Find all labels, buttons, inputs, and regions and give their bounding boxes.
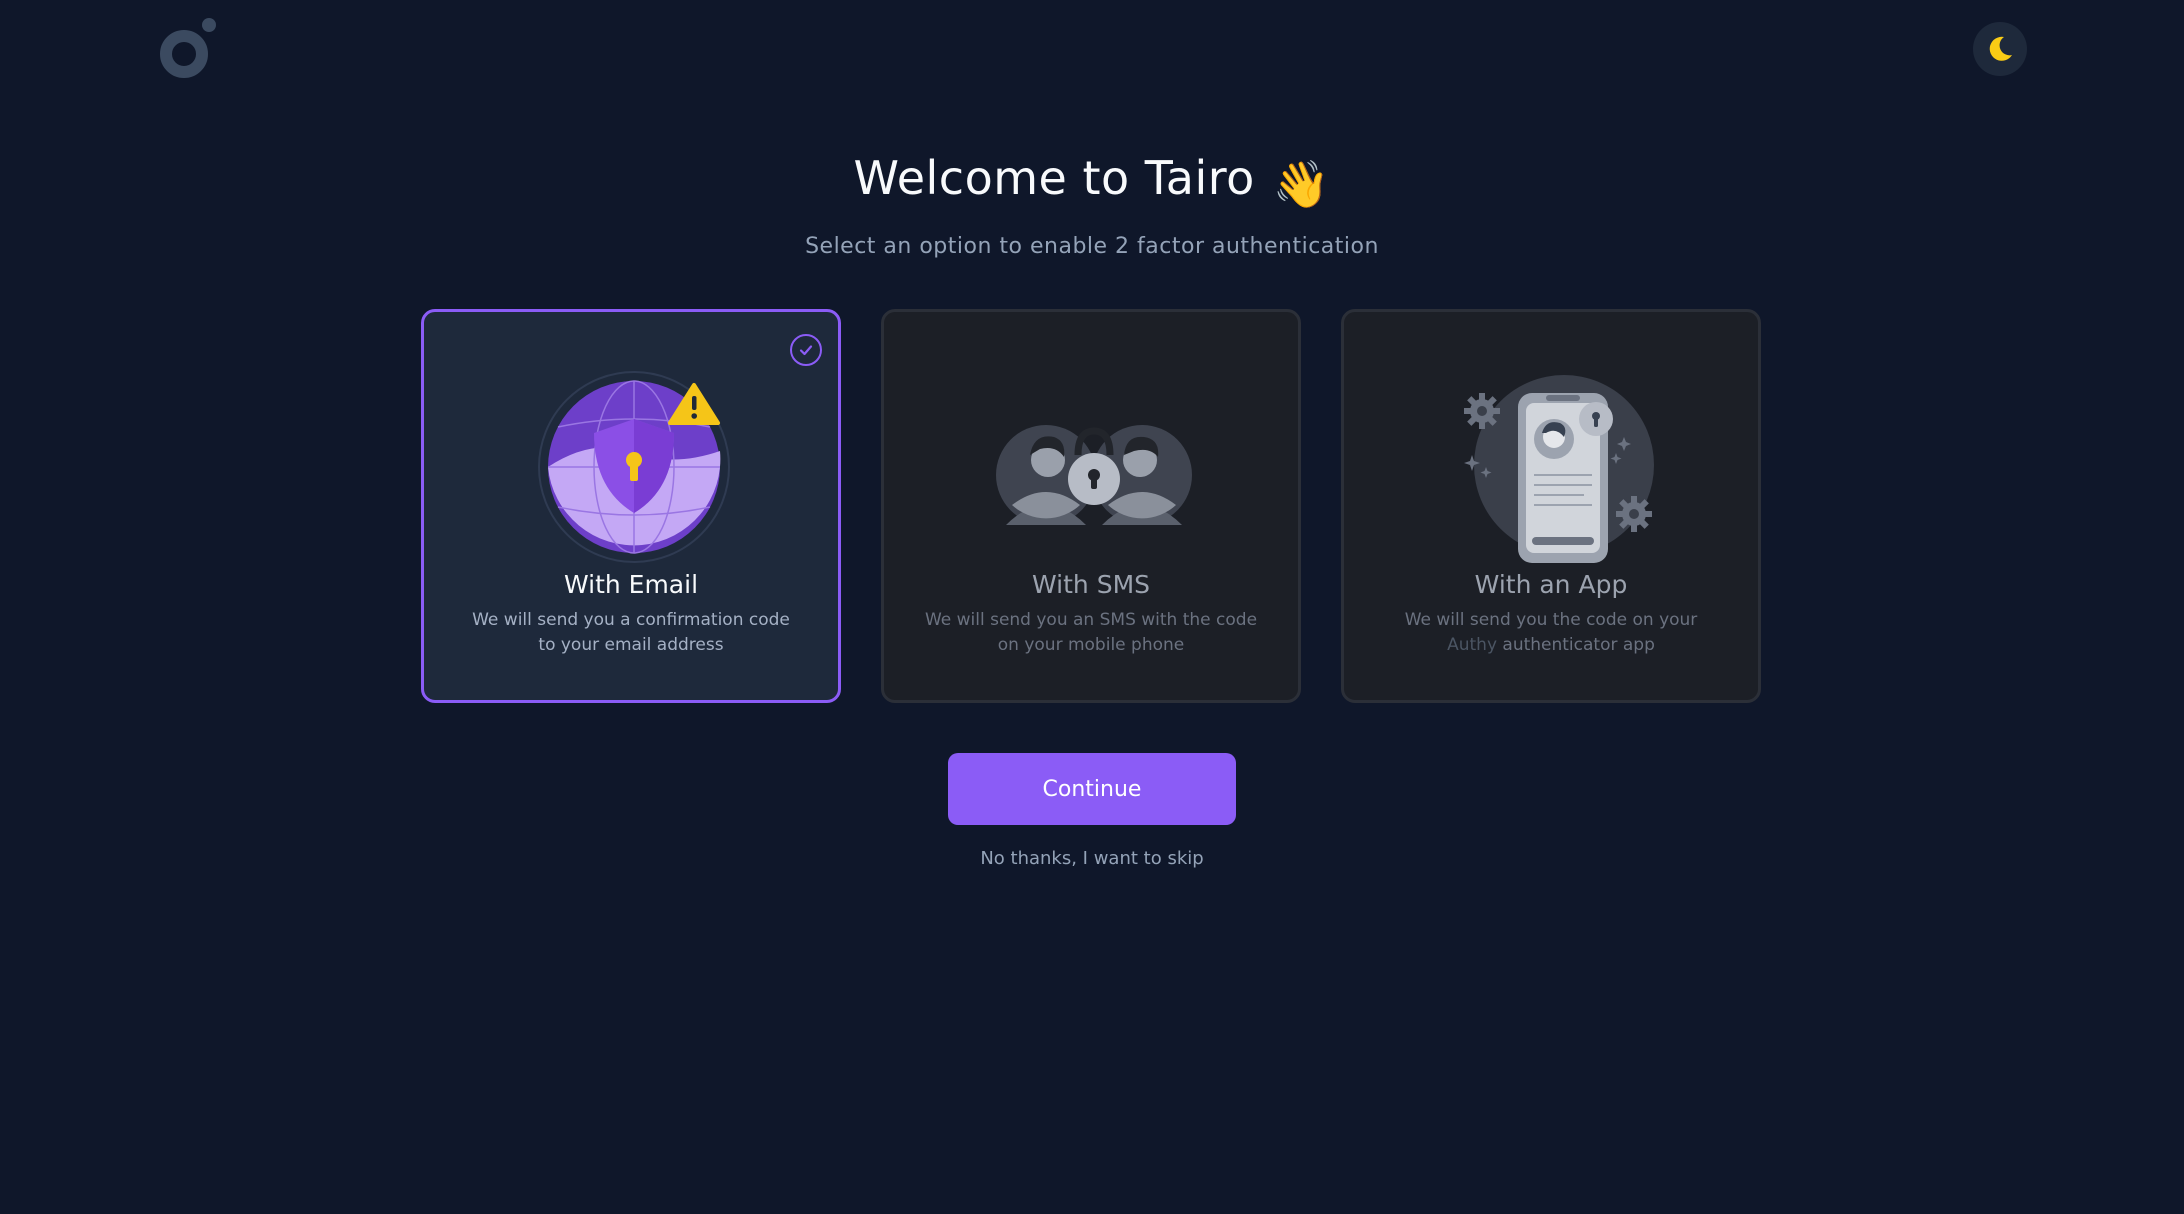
option-title-sms: With SMS xyxy=(1031,570,1151,599)
option-description-sms: We will send you an SMS with the code on… xyxy=(924,610,1258,655)
continue-button[interactable]: Continue xyxy=(948,753,1236,825)
shield-globe-icon xyxy=(538,371,730,563)
option-title-app: With an App xyxy=(1474,570,1628,599)
option-card-email[interactable]: With Email We will send you a confirmati… xyxy=(421,309,841,703)
authy-brand-name: Authy xyxy=(1447,635,1497,655)
page-title: Welcome to Tairo 👋 xyxy=(0,148,2184,214)
page-subtitle: Select an option to enable 2 factor auth… xyxy=(805,234,1379,259)
option-card-sms[interactable]: With SMS We will send you an SMS with th… xyxy=(881,309,1301,703)
option-title-email: With Email xyxy=(563,570,699,599)
two-factor-setup-page: Welcome to Tairo 👋 Select an option to en… xyxy=(0,0,2184,1214)
skip-link[interactable]: No thanks, I want to skip xyxy=(0,848,2184,869)
selected-check-icon xyxy=(790,334,822,366)
phone-app-icon xyxy=(1464,375,1654,563)
option-card-app[interactable]: With an App We will send you the code on… xyxy=(1341,309,1761,703)
theme-toggle-button[interactable] xyxy=(1973,22,2027,76)
option-description-app: We will send you the code on your Authy … xyxy=(1404,610,1698,655)
moon-icon xyxy=(1989,36,2012,61)
tairo-logo-icon[interactable] xyxy=(154,16,224,82)
option-description-email: We will send you a confirmation code to … xyxy=(472,610,790,655)
waving-hand-emoji: 👋 xyxy=(1272,157,1331,211)
users-lock-icon xyxy=(996,425,1192,525)
hero-section: Welcome to Tairo 👋 Select an option to en… xyxy=(0,148,2184,259)
